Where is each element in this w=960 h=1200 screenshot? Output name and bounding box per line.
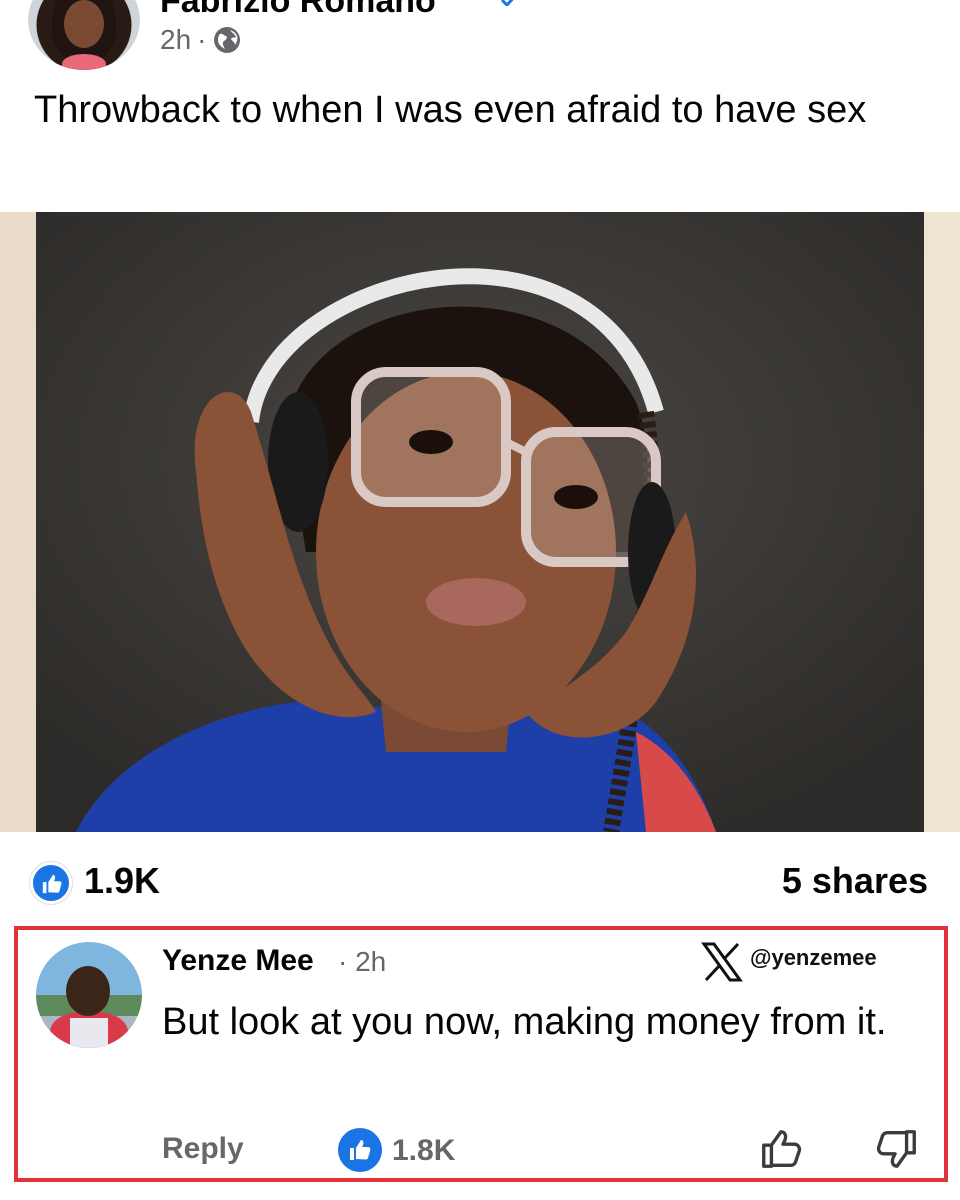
avatar-shirt (62, 54, 106, 70)
meta-separator: · (197, 24, 207, 55)
post-time[interactable]: 2h (160, 24, 191, 56)
post-text: Throwback to when I was even afraid to h… (34, 89, 867, 131)
post-author-avatar[interactable] (28, 0, 140, 70)
comment-like-badge[interactable] (338, 1128, 382, 1172)
post-photo[interactable] (0, 212, 960, 832)
comment-like-count[interactable]: 1.8K (392, 1134, 455, 1168)
reactions-bar: 1.9K 5 shares (0, 846, 960, 916)
commenter-avatar[interactable] (36, 942, 142, 1048)
thumb-down-icon[interactable] (874, 1126, 920, 1172)
highlighted-comment: Yenze Mee · 2h @yenzemee But look at you… (14, 926, 948, 1182)
watermark-handle: @yenzemee (750, 945, 877, 970)
reply-button[interactable]: Reply (162, 1132, 244, 1166)
avatar-face (64, 0, 104, 48)
thumb-up-icon[interactable] (758, 1126, 804, 1172)
post-author-name[interactable]: Fabrizio Romano (160, 0, 436, 21)
post-share-count[interactable]: 5 shares (782, 860, 928, 902)
like-icon (42, 874, 62, 894)
comment-text: But look at you now, making money from i… (162, 1001, 887, 1043)
post-like-count[interactable]: 1.9K (84, 860, 160, 902)
avatar-tee (70, 1018, 108, 1048)
like-reaction-badge[interactable] (30, 862, 72, 904)
avatar-head (66, 966, 110, 1016)
post-header: Fabrizio Romano 2h · (0, 0, 960, 80)
like-icon (350, 1140, 371, 1160)
globe-icon (214, 27, 241, 53)
x-watermark: @yenzemee (698, 938, 877, 986)
comment-time[interactable]: · 2h (338, 946, 386, 978)
post-meta: 2h · (160, 24, 242, 56)
photo-illustration (36, 212, 924, 832)
x-logo-icon (701, 942, 743, 982)
commenter-name[interactable]: Yenze Mee (162, 944, 314, 978)
verified-icon (500, 0, 514, 6)
